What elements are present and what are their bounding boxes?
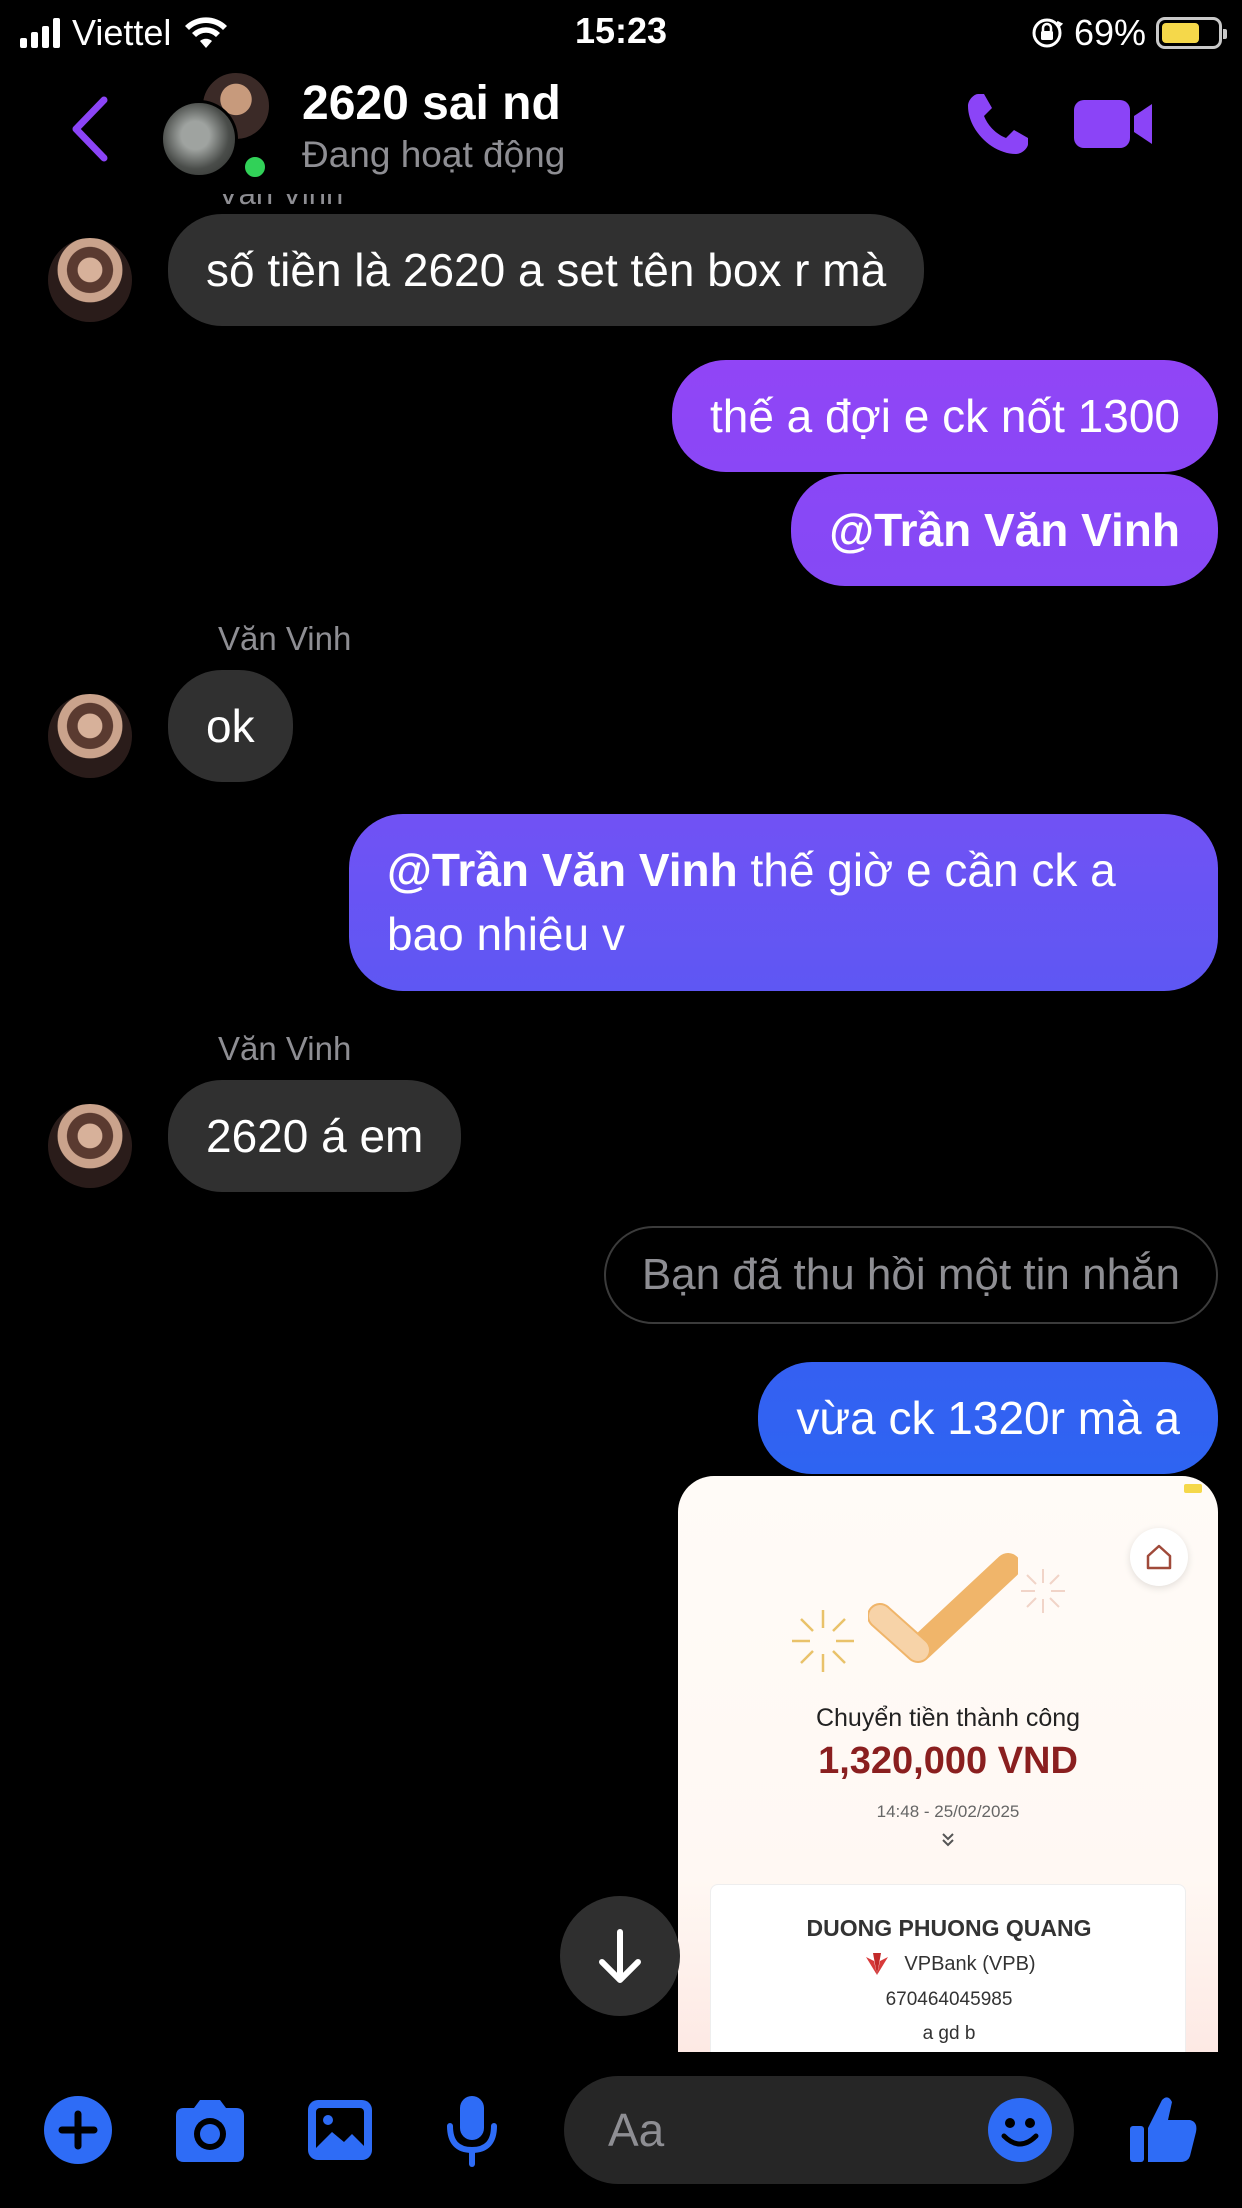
sender-name: Văn Vinh — [218, 194, 343, 212]
sparkle-icon — [1021, 1569, 1065, 1613]
recipient-bank: VPBank (VPB) — [711, 1951, 1187, 1977]
double-chevron-down-icon — [678, 1830, 1218, 1856]
receipt-timestamp: 14:48 - 25/02/2025 — [876, 1802, 1020, 1821]
receipt-title: Chuyển tiền thành công — [815, 1704, 1081, 1732]
sender-name: Văn Vinh — [218, 1030, 352, 1067]
transfer-note: a gd b — [922, 2023, 976, 2044]
image-icon[interactable] — [304, 2092, 376, 2168]
recipient-name: DUONG PHUONG QUANG — [806, 1915, 1092, 1941]
checkmark-icon — [868, 1553, 1018, 1663]
rotation-lock-icon — [1032, 18, 1064, 48]
recalled-message-notice: Bạn đã thu hồi một tin nhắn — [603, 1226, 1218, 1324]
sparkle-icon — [792, 1610, 854, 1672]
arrow-down-icon — [599, 1929, 641, 1983]
sender-name: Văn Vinh — [218, 620, 352, 657]
message-input[interactable] — [608, 2102, 938, 2158]
battery-percentage: 69% — [1073, 12, 1146, 53]
composer-bar — [0, 2052, 1242, 2208]
phone-icon[interactable] — [962, 88, 1034, 160]
thumbs-up-icon[interactable] — [1128, 2092, 1200, 2168]
sender-avatar[interactable] — [48, 694, 132, 778]
message-list[interactable]: Văn Vinh số tiền là 2620 a set tên box r… — [0, 194, 1242, 2052]
emoji-icon[interactable] — [986, 2096, 1054, 2164]
outgoing-message[interactable]: vừa ck 1320r mà a — [758, 1362, 1218, 1475]
avatar — [160, 100, 238, 178]
conversation-header: 2620 sai nd Đang hoạt động — [0, 64, 1242, 194]
account-number: 670464045985 — [885, 1989, 1013, 2010]
image-flag — [1184, 1484, 1202, 1493]
recipient-card: DUONG PHUONG QUANG VPBank (VPB) 67046404… — [710, 1884, 1186, 2052]
active-status: Đang hoạt động — [302, 134, 566, 175]
transfer-receipt-image[interactable]: Chuyển tiền thành công 1,320,000 VND 14:… — [678, 1476, 1218, 2052]
status-right: 69% — [1030, 12, 1227, 54]
receipt-amount: 1,320,000 VND — [818, 1740, 1078, 1782]
outgoing-message[interactable]: thế a đợi e ck nốt 1300 — [671, 360, 1218, 473]
home-icon — [1130, 1528, 1188, 1586]
video-camera-icon[interactable] — [1072, 94, 1154, 154]
status-bar: Viettel 15:23 69% — [0, 0, 1242, 64]
plus-icon[interactable] — [40, 2092, 116, 2168]
microphone-icon[interactable] — [436, 2092, 508, 2168]
incoming-message[interactable]: 2620 á em — [168, 1080, 462, 1193]
group-avatar[interactable] — [160, 70, 280, 190]
back-arrow-icon[interactable] — [62, 94, 122, 164]
vpbank-logo-icon — [866, 1953, 889, 1975]
bank-name: VPBank (VPB) — [904, 1952, 1036, 1975]
battery-icon — [1156, 17, 1227, 49]
incoming-message[interactable]: ok — [168, 670, 293, 783]
scroll-to-bottom-button[interactable] — [560, 1896, 680, 2016]
camera-icon[interactable] — [170, 2092, 250, 2168]
sender-avatar[interactable] — [48, 1104, 132, 1188]
outgoing-message-mention[interactable]: @Trần Văn Vinh — [791, 474, 1218, 587]
battery-fill — [1162, 23, 1200, 43]
online-status-indicator — [240, 152, 270, 182]
message-composer[interactable] — [564, 2076, 1074, 2184]
mention[interactable]: @Trần Văn Vinh — [387, 844, 738, 896]
sender-avatar[interactable] — [48, 238, 132, 322]
outgoing-message[interactable]: @Trần Văn Vinh thế giờ e cần ck a bao nh… — [349, 814, 1218, 991]
incoming-message[interactable]: số tiền là 2620 a set tên box r mà — [168, 214, 925, 327]
conversation-title[interactable]: 2620 sai nd — [302, 76, 561, 131]
